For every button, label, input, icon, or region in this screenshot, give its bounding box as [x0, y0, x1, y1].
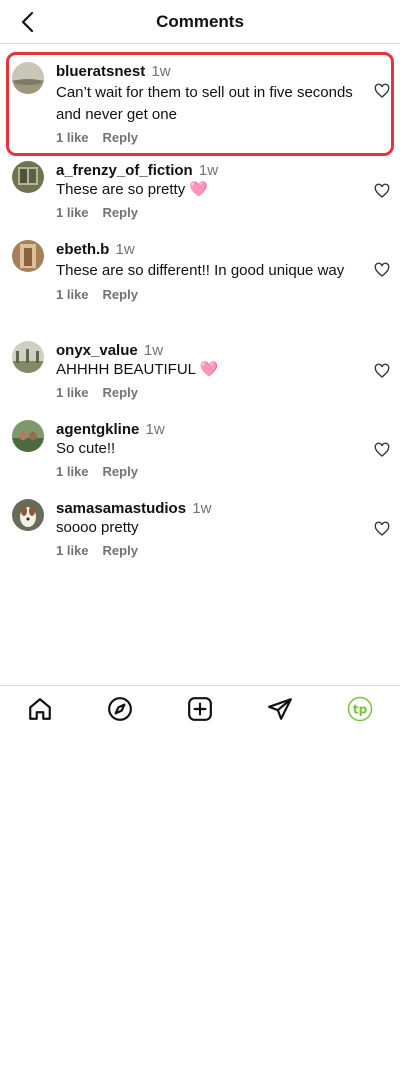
comment-username[interactable]: onyx_value [56, 342, 138, 359]
like-count[interactable]: 1 like [56, 205, 89, 220]
comment-text: AHHHH BEAUTIFUL 🩷 [56, 361, 219, 378]
comment-username[interactable]: samasamastudios [56, 500, 186, 517]
comment-item: agentgkline 1w So cute!! 1 like Reply [0, 418, 400, 497]
heart-icon[interactable] [374, 442, 390, 458]
comment-item: samasamastudios 1w soooo pretty 1 like Re… [0, 497, 400, 576]
profile-logo-text: tp [353, 702, 368, 716]
like-count[interactable]: 1 like [56, 130, 89, 145]
comment-text: soooo pretty [56, 519, 139, 536]
avatar[interactable] [12, 499, 44, 531]
avatar[interactable] [12, 420, 44, 452]
comment-item: onyx_value 1w AHHHH BEAUTIFUL 🩷 1 like Re… [0, 339, 400, 418]
like-count[interactable]: 1 like [56, 543, 89, 558]
like-count[interactable]: 1 like [56, 464, 89, 479]
reply-button[interactable]: Reply [103, 464, 138, 479]
reply-button[interactable]: Reply [103, 205, 138, 220]
header: Comments [0, 0, 400, 44]
page-title: Comments [156, 12, 244, 31]
avatar[interactable] [12, 341, 44, 373]
comment-username[interactable]: blueratsnest [56, 63, 145, 80]
comment-item: a_frenzy_of_fiction 1w These are so pret… [0, 159, 400, 238]
home-icon[interactable] [26, 695, 54, 723]
comment-text: So cute!! [56, 440, 116, 457]
reply-button[interactable]: Reply [103, 287, 138, 302]
like-count[interactable]: 1 like [56, 287, 89, 302]
comment-item: ebeth.b 1w These are so different!! In g… [0, 238, 400, 339]
comment-time: 1w [192, 500, 212, 517]
comment-username[interactable]: ebeth.b [56, 241, 109, 258]
comment-text: These are so different!! In good unique … [56, 262, 345, 279]
reply-button[interactable]: Reply [103, 385, 138, 400]
profile-logo-icon[interactable]: tp [346, 695, 374, 723]
heart-icon[interactable] [374, 262, 390, 278]
heart-icon[interactable] [374, 83, 390, 99]
reply-button[interactable]: Reply [103, 130, 138, 145]
comment-text: These are so pretty 🩷 [56, 181, 209, 198]
avatar[interactable] [12, 62, 44, 94]
reply-button[interactable]: Reply [103, 543, 138, 558]
comment-time: 1w [143, 342, 164, 359]
comment-time: 1w [198, 162, 219, 179]
explore-compass-icon[interactable] [106, 695, 134, 723]
create-plus-icon[interactable] [186, 695, 214, 723]
comment-time: 1w [145, 421, 165, 438]
heart-icon[interactable] [374, 363, 390, 379]
comment-time: 1w [151, 63, 171, 80]
comment-item: blueratsnest 1w Can’t wait for them to s… [0, 52, 400, 159]
heart-icon[interactable] [374, 521, 390, 537]
send-paper-plane-icon[interactable] [266, 695, 294, 723]
comment-list: blueratsnest 1w Can’t wait for them to s… [0, 52, 400, 576]
bottom-nav: tp [0, 685, 400, 731]
comment-username[interactable]: agentgkline [56, 421, 139, 438]
comment-time: 1w [115, 241, 135, 258]
like-count[interactable]: 1 like [56, 385, 89, 400]
heart-icon[interactable] [374, 183, 390, 199]
comment-username[interactable]: a_frenzy_of_fiction [56, 162, 193, 179]
avatar[interactable] [12, 161, 44, 193]
avatar[interactable] [12, 240, 44, 272]
comment-text: Can’t wait for them to sell out in five … [56, 84, 353, 123]
